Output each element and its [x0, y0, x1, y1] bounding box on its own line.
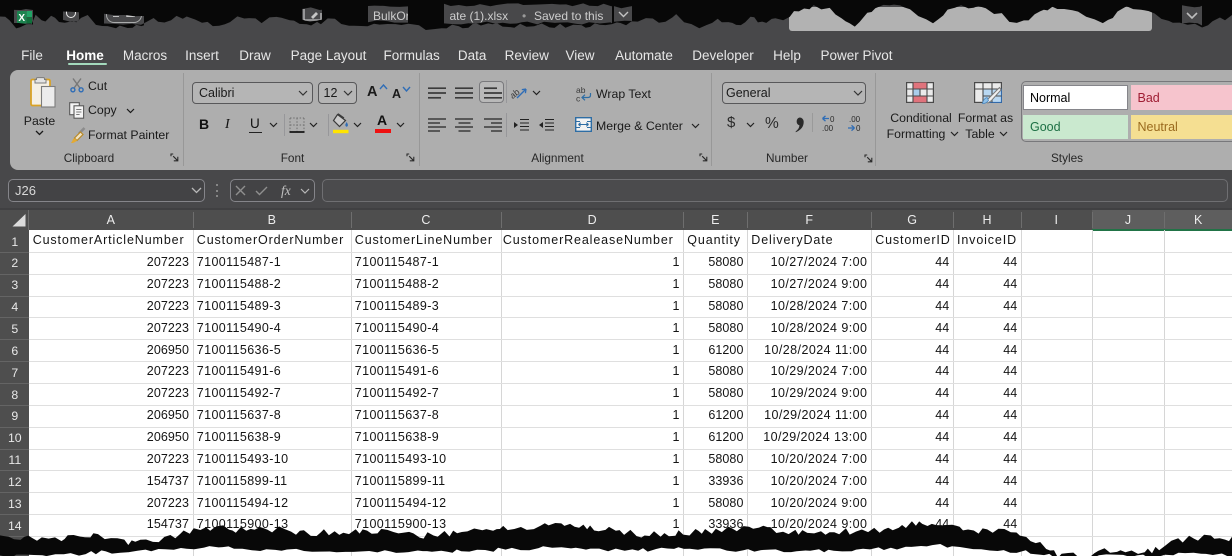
svg-text:X: X [18, 13, 25, 24]
svg-text:ab: ab [511, 87, 522, 101]
